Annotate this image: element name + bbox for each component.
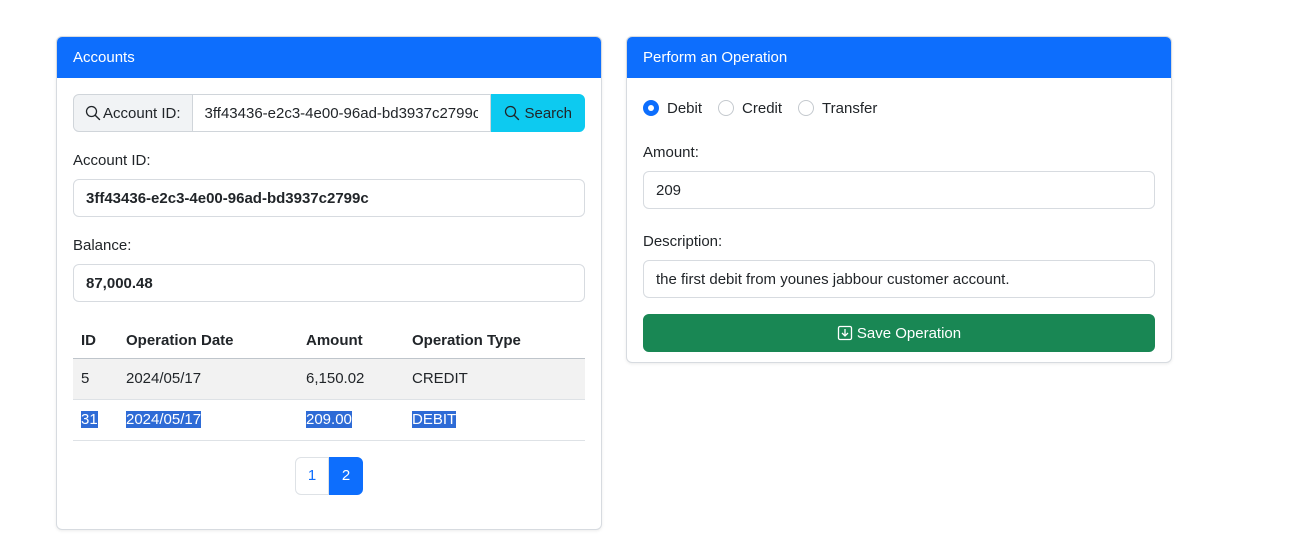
account-id-label: Account ID: <box>73 152 151 169</box>
search-button-label: Search <box>524 104 572 122</box>
balance-label: Balance: <box>73 237 132 254</box>
radio-credit[interactable]: Credit <box>718 100 782 117</box>
description-label: Description: <box>643 233 723 250</box>
save-operation-button[interactable]: Save Operation <box>643 314 1155 352</box>
balance-value: 87,000.48 <box>73 264 585 302</box>
column-header-id: ID <box>73 324 118 359</box>
operation-card: Perform an Operation Debit Credit Transf… <box>626 36 1172 363</box>
radio-credit-label: Credit <box>742 99 783 117</box>
account-id-value: 3ff43436-e2c3-4e00-96ad-bd3937c2799c <box>73 179 585 217</box>
table-row[interactable]: 5 2024/05/17 6,150.02 CREDIT <box>73 358 585 400</box>
radio-debit-label: Debit <box>667 99 703 117</box>
column-header-amount: Amount <box>298 324 404 359</box>
account-search-label-text: Account ID: <box>103 104 181 122</box>
radio-transfer-label: Transfer <box>822 99 878 117</box>
accounts-header: Accounts <box>57 37 601 78</box>
table-header-row: ID Operation Date Amount Operation Type <box>73 324 585 359</box>
radio-transfer[interactable]: Transfer <box>798 100 877 117</box>
page-button-2[interactable]: 2 <box>329 456 363 495</box>
account-search-input[interactable] <box>192 94 492 132</box>
radio-credit-circle[interactable] <box>718 100 735 116</box>
operations-table: ID Operation Date Amount Operation Type … <box>73 324 585 441</box>
radio-transfer-circle[interactable] <box>798 100 815 116</box>
accounts-card: Accounts Account ID: Search Account ID: … <box>56 36 602 530</box>
operation-body: Debit Credit Transfer Amount: Descriptio… <box>627 78 1171 362</box>
radio-debit-circle[interactable] <box>643 100 659 116</box>
table-row[interactable]: 31 2024/05/17 209.00 DEBIT <box>73 399 585 441</box>
column-header-operation-type: Operation Type <box>404 324 585 359</box>
operation-header: Perform an Operation <box>627 37 1171 78</box>
cell-operation-type: DEBIT <box>404 399 585 441</box>
operation-type-group: Debit Credit Transfer <box>643 96 1155 120</box>
cell-operation-date: 2024/05/17 <box>118 358 298 400</box>
search-icon <box>504 105 520 121</box>
radio-debit[interactable]: Debit <box>643 100 702 117</box>
save-operation-label: Save Operation <box>856 324 962 342</box>
cell-amount: 209.00 <box>298 399 404 441</box>
cell-operation-type: CREDIT <box>404 358 585 400</box>
download-box-icon <box>837 325 853 341</box>
account-search-label: Account ID: <box>73 94 193 132</box>
amount-label: Amount: <box>643 144 699 161</box>
column-header-operation-date: Operation Date <box>118 324 298 359</box>
cell-id: 31 <box>73 399 118 441</box>
amount-input[interactable] <box>643 171 1155 209</box>
cell-id: 5 <box>73 358 118 400</box>
search-icon <box>85 105 101 121</box>
cell-operation-date: 2024/05/17 <box>118 399 298 441</box>
search-button[interactable]: Search <box>491 94 585 132</box>
pagination: 1 2 <box>73 456 585 495</box>
accounts-body: Account ID: Search Account ID: 3ff43436-… <box>57 78 601 511</box>
page-button-1[interactable]: 1 <box>295 456 329 495</box>
description-input[interactable] <box>643 260 1155 298</box>
account-search-group: Account ID: Search <box>73 94 585 132</box>
cell-amount: 6,150.02 <box>298 358 404 400</box>
